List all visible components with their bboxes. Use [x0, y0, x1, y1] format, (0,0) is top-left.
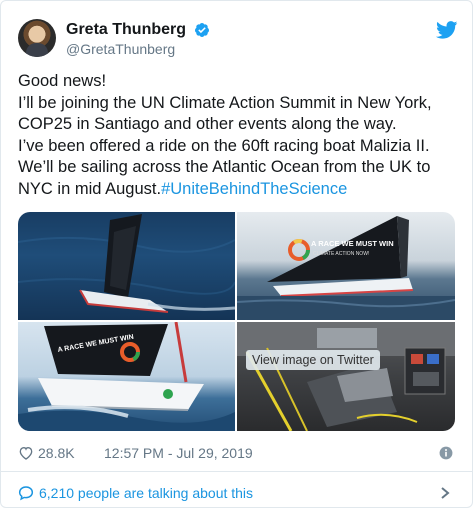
sail-banner-illustration: A RACE WE MUST WIN CLIMATE ACTION NOW! — [237, 216, 455, 320]
tweet-header: Greta Thunberg @GretaThunberg — [18, 19, 458, 59]
author-names[interactable]: Greta Thunberg @GretaThunberg — [66, 20, 210, 58]
media-grid[interactable]: A RACE WE MUST WIN CLIMATE ACTION NOW! A… — [18, 212, 455, 431]
verified-badge-icon — [195, 23, 210, 37]
conversation-count[interactable]: 6,210 people are talking about this — [39, 483, 253, 503]
tweet-embed-card: Greta Thunberg @GretaThunberg Good news!… — [0, 0, 473, 508]
media-photo-cabin-interior[interactable] — [237, 322, 455, 431]
divider — [1, 471, 472, 472]
tweet-text: Good news! I’ll be joining the UN Climat… — [18, 71, 458, 200]
media-photo-boat-heeling[interactable]: A RACE WE MUST WIN — [18, 322, 235, 431]
info-icon[interactable] — [439, 446, 453, 460]
speech-bubble-icon — [18, 486, 34, 501]
avatar[interactable] — [18, 19, 56, 57]
conversation-link[interactable]: 6,210 people are talking about this — [18, 483, 458, 503]
tweet-timestamp[interactable]: 12:57 PM - Jul 29, 2019 — [104, 444, 253, 462]
author-display-name[interactable]: Greta Thunberg — [66, 20, 186, 40]
view-image-overlay-button[interactable]: View image on Twitter — [246, 350, 380, 370]
tweet-meta-row: 28.8K 12:57 PM - Jul 29, 2019 — [18, 444, 458, 462]
sail-banner-text: A RACE WE MUST WIN — [311, 239, 394, 248]
author-handle[interactable]: @GretaThunberg — [66, 40, 210, 58]
chevron-right-icon[interactable] — [440, 487, 450, 499]
like-count[interactable]: 28.8K — [38, 444, 75, 462]
media-photo-sail-banner[interactable]: A RACE WE MUST WIN CLIMATE ACTION NOW! — [237, 212, 455, 320]
heart-icon[interactable] — [18, 445, 34, 461]
cabin-interior-illustration — [237, 322, 455, 431]
aerial-boat-illustration — [18, 214, 235, 313]
sail-banner-subtext: CLIMATE ACTION NOW! — [313, 251, 369, 257]
hashtag-link[interactable]: #UniteBehindTheScience — [161, 180, 347, 198]
heeling-boat-illustration: A RACE WE MUST WIN — [18, 322, 235, 431]
twitter-bird-icon[interactable] — [436, 21, 458, 39]
media-photo-aerial-boat[interactable] — [18, 212, 235, 320]
